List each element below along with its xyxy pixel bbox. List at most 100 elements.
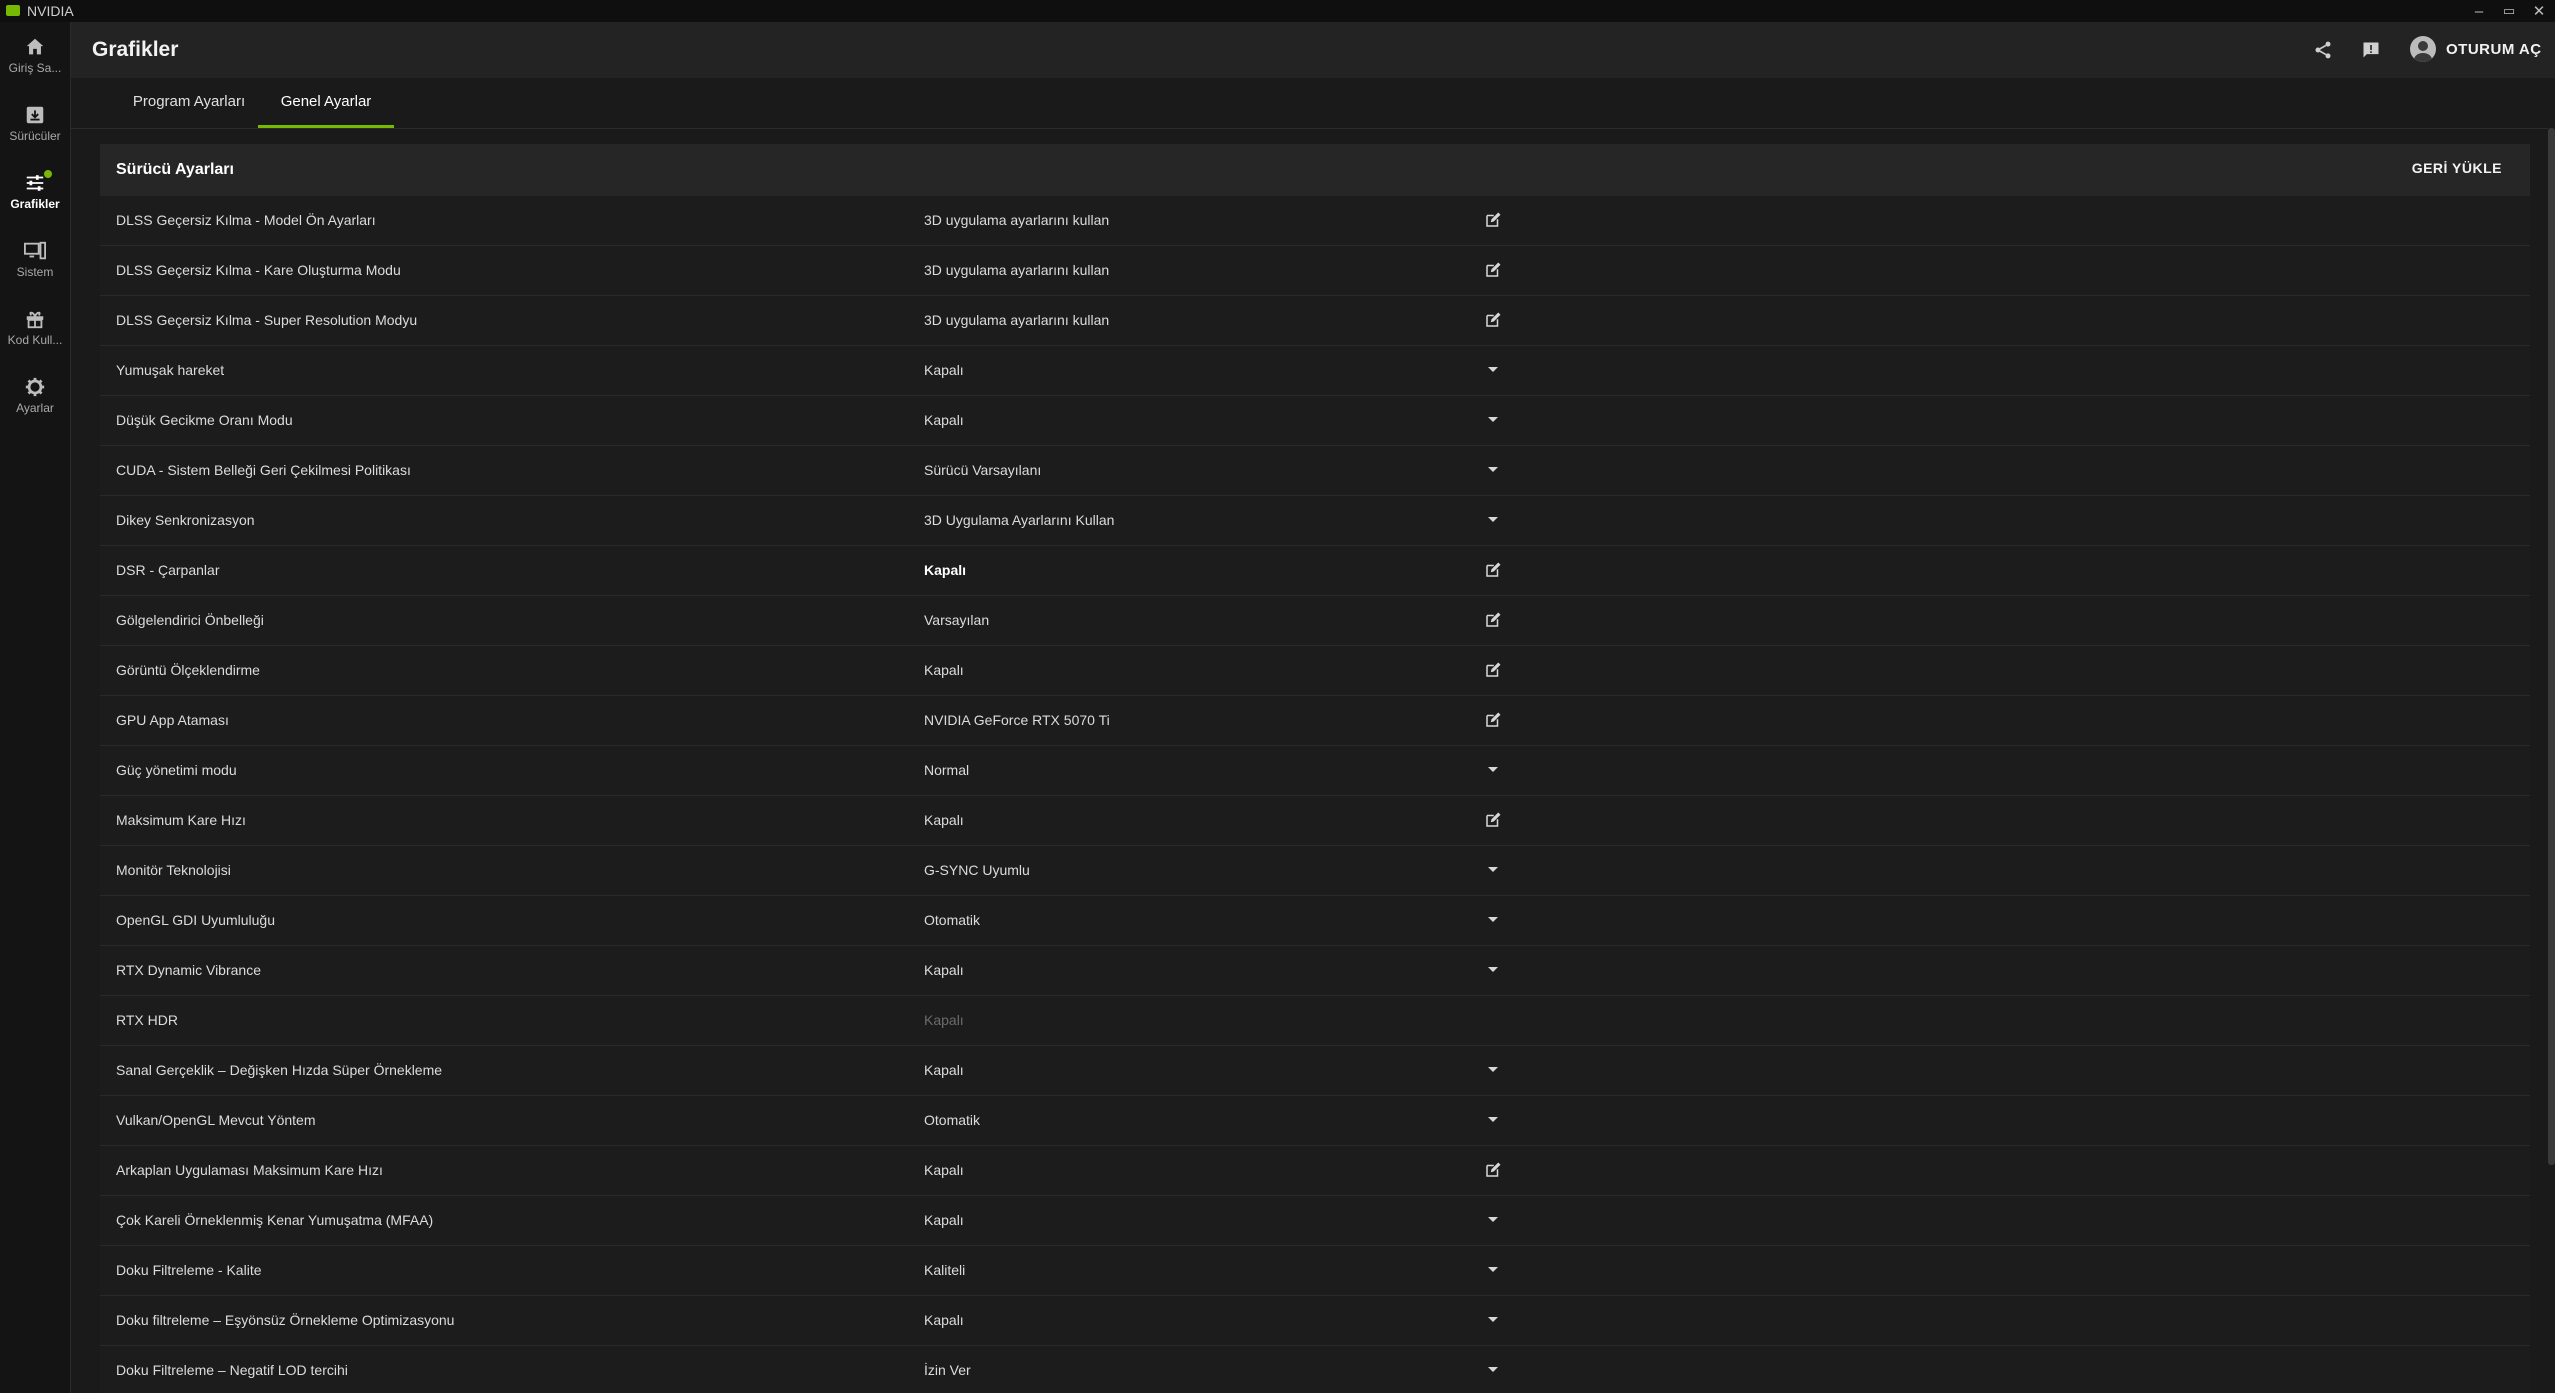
edit-setting-button[interactable]	[1482, 309, 1504, 331]
setting-value[interactable]: G-SYNC Uyumlu	[924, 862, 1030, 878]
edit-setting-button[interactable]	[1482, 259, 1504, 281]
setting-row[interactable]: Sanal Gerçeklik – Değişken Hızda Süper Ö…	[100, 1046, 2530, 1096]
dropdown-button[interactable]	[1482, 509, 1504, 531]
sidebar-item-home[interactable]: Giriş Sa...	[0, 28, 70, 90]
dropdown-button[interactable]	[1482, 1109, 1504, 1131]
setting-value[interactable]: Normal	[924, 762, 969, 778]
setting-value[interactable]: Kaliteli	[924, 1262, 965, 1278]
setting-row[interactable]: Görüntü Ölçeklendirme Kapalı	[100, 646, 2530, 696]
chevron-down-icon	[1488, 1067, 1498, 1072]
setting-value[interactable]: Kapalı	[924, 362, 964, 378]
setting-row[interactable]: Doku filtreleme – Eşyönsüz Örnekleme Opt…	[100, 1296, 2530, 1346]
tab-global-settings[interactable]: Genel Ayarlar	[258, 78, 394, 128]
setting-row[interactable]: DSR - Çarpanlar Kapalı	[100, 546, 2530, 596]
title-bar: NVIDIA – ▭ ✕	[0, 0, 2555, 22]
setting-row[interactable]: Güç yönetimi modu Normal	[100, 746, 2530, 796]
setting-row[interactable]: Maksimum Kare Hızı Kapalı	[100, 796, 2530, 846]
dropdown-button[interactable]	[1482, 1059, 1504, 1081]
edit-setting-button[interactable]	[1482, 559, 1504, 581]
setting-value[interactable]: İzin Ver	[924, 1362, 971, 1378]
setting-row[interactable]: RTX Dynamic Vibrance Kapalı	[100, 946, 2530, 996]
setting-row[interactable]: Çok Kareli Örneklenmiş Kenar Yumuşatma (…	[100, 1196, 2530, 1246]
setting-value[interactable]: Otomatik	[924, 912, 980, 928]
edit-setting-button[interactable]	[1482, 1159, 1504, 1181]
setting-row[interactable]: Doku Filtreleme - Kalite Kaliteli	[100, 1246, 2530, 1296]
setting-value[interactable]: 3D uygulama ayarlarını kullan	[924, 312, 1109, 328]
setting-value[interactable]: Otomatik	[924, 1112, 980, 1128]
setting-name: Görüntü Ölçeklendirme	[116, 662, 260, 678]
setting-value[interactable]: 3D uygulama ayarlarını kullan	[924, 262, 1109, 278]
setting-row[interactable]: Dikey Senkronizasyon 3D Uygulama Ayarları…	[100, 496, 2530, 546]
setting-value[interactable]: Kapalı	[924, 562, 966, 578]
edit-setting-button[interactable]	[1482, 709, 1504, 731]
tab-bar: Program Ayarları Genel Ayarlar	[71, 78, 2555, 129]
setting-value[interactable]: Kapalı	[924, 662, 964, 678]
minimize-button[interactable]: –	[2464, 0, 2494, 22]
edit-setting-button[interactable]	[1482, 609, 1504, 631]
chevron-down-icon	[1488, 417, 1498, 422]
feedback-button[interactable]	[2359, 38, 2383, 62]
setting-name: Güç yönetimi modu	[116, 762, 237, 778]
setting-row[interactable]: Düşük Gecikme Oranı Modu Kapalı	[100, 396, 2530, 446]
dropdown-button[interactable]	[1482, 959, 1504, 981]
sign-in-button[interactable]: OTURUM AÇ	[2410, 36, 2542, 62]
setting-row[interactable]: GPU App Ataması NVIDIA GeForce RTX 5070 T…	[100, 696, 2530, 746]
restore-button[interactable]: GERİ YÜKLE	[2412, 160, 2502, 176]
setting-row[interactable]: OpenGL GDI Uyumluluğu Otomatik	[100, 896, 2530, 946]
dropdown-button[interactable]	[1482, 459, 1504, 481]
close-button[interactable]: ✕	[2524, 0, 2554, 22]
setting-row[interactable]: Yumuşak hareket Kapalı	[100, 346, 2530, 396]
setting-value[interactable]: NVIDIA GeForce RTX 5070 Ti	[924, 712, 1110, 728]
setting-row[interactable]: Doku Filtreleme – Negatif LOD tercihi İzi…	[100, 1346, 2530, 1393]
setting-value[interactable]: Sürücü Varsayılanı	[924, 462, 1041, 478]
setting-row[interactable]: Arkaplan Uygulaması Maksimum Kare Hızı Ka…	[100, 1146, 2530, 1196]
dropdown-button[interactable]	[1482, 1259, 1504, 1281]
scrollbar-thumb[interactable]	[2548, 128, 2555, 1165]
dropdown-button[interactable]	[1482, 1209, 1504, 1231]
edit-icon	[1486, 712, 1501, 727]
driver-settings-panel: Sürücü Ayarları GERİ YÜKLE DLSS Geçersiz…	[100, 144, 2530, 1393]
sidebar-item-label: Sürücüler	[9, 129, 61, 143]
setting-value[interactable]: Kapalı	[924, 812, 964, 828]
setting-value[interactable]: Kapalı	[924, 1062, 964, 1078]
setting-value[interactable]: 3D Uygulama Ayarlarını Kullan	[924, 512, 1114, 528]
dropdown-button[interactable]	[1482, 409, 1504, 431]
setting-value[interactable]: Kapalı	[924, 1212, 964, 1228]
dropdown-button[interactable]	[1482, 1309, 1504, 1331]
share-button[interactable]	[2311, 38, 2335, 62]
edit-setting-button[interactable]	[1482, 809, 1504, 831]
edit-setting-button[interactable]	[1482, 209, 1504, 231]
setting-value[interactable]: Kapalı	[924, 412, 964, 428]
setting-value[interactable]: Kapalı	[924, 1162, 964, 1178]
edit-setting-button[interactable]	[1482, 659, 1504, 681]
setting-value[interactable]: Kapalı	[924, 1312, 964, 1328]
sliders-icon	[26, 175, 44, 191]
tab-program-settings[interactable]: Program Ayarları	[109, 78, 269, 125]
sidebar-item-settings[interactable]: Ayarlar	[0, 368, 70, 430]
home-icon	[26, 38, 44, 55]
setting-row[interactable]: Gölgelendirici Önbelleği Varsayılan	[100, 596, 2530, 646]
setting-value[interactable]: Varsayılan	[924, 612, 989, 628]
setting-row[interactable]: Monitör Teknolojisi G-SYNC Uyumlu	[100, 846, 2530, 896]
setting-row[interactable]: DLSS Geçersiz Kılma - Kare Oluşturma Mod…	[100, 246, 2530, 296]
scrollbar[interactable]	[2548, 128, 2555, 1393]
sidebar-item-drivers[interactable]: Sürücüler	[0, 96, 70, 158]
maximize-button[interactable]: ▭	[2494, 0, 2524, 22]
setting-row[interactable]: DLSS Geçersiz Kılma - Model Ön Ayarları 3…	[100, 196, 2530, 246]
setting-name: Yumuşak hareket	[116, 362, 225, 378]
download-box-icon	[26, 106, 44, 124]
setting-value[interactable]: 3D uygulama ayarlarını kullan	[924, 212, 1109, 228]
setting-row[interactable]: CUDA - Sistem Belleği Geri Çekilmesi Pol…	[100, 446, 2530, 496]
sidebar-item-redeem[interactable]: Kod Kull...	[0, 300, 70, 362]
setting-value[interactable]: Kapalı	[924, 962, 964, 978]
setting-row[interactable]: RTX HDR Kapalı	[100, 996, 2530, 1046]
sidebar-item-system[interactable]: Sistem	[0, 232, 70, 294]
dropdown-button[interactable]	[1482, 759, 1504, 781]
setting-row[interactable]: Vulkan/OpenGL Mevcut Yöntem Otomatik	[100, 1096, 2530, 1146]
dropdown-button[interactable]	[1482, 859, 1504, 881]
dropdown-button[interactable]	[1482, 359, 1504, 381]
dropdown-button[interactable]	[1482, 1359, 1504, 1381]
sidebar-item-graphics[interactable]: Grafikler	[0, 164, 70, 226]
setting-row[interactable]: DLSS Geçersiz Kılma - Super Resolution M…	[100, 296, 2530, 346]
dropdown-button[interactable]	[1482, 909, 1504, 931]
